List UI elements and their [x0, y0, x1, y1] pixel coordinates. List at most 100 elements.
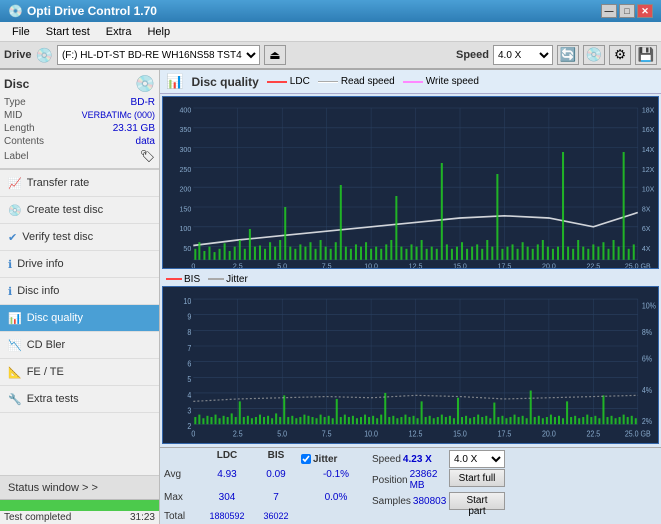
- disc-mid-value: VERBATIMc (000): [82, 110, 155, 121]
- svg-text:2.5: 2.5: [233, 428, 243, 438]
- svg-text:6%: 6%: [642, 354, 652, 364]
- nav-extra-tests[interactable]: 🔧 Extra tests: [0, 386, 159, 413]
- samples-row: Samples 380803: [372, 492, 448, 510]
- ldc-max: 304: [203, 492, 251, 510]
- refresh-button[interactable]: 🔄: [557, 45, 579, 65]
- drive-select[interactable]: (F:) HL-DT-ST BD-RE WH16NS58 TST4: [57, 45, 260, 65]
- create-test-disc-icon: 💿: [8, 204, 22, 217]
- nav-transfer-rate[interactable]: 📈 Transfer rate: [0, 170, 159, 197]
- bottom-chart: BIS Jitter: [162, 273, 659, 446]
- svg-text:50: 50: [183, 244, 191, 253]
- svg-text:12.5: 12.5: [409, 428, 423, 438]
- save-button[interactable]: 💾: [635, 45, 657, 65]
- content-area: 📊 Disc quality LDC Read speed Write spee…: [160, 70, 661, 524]
- bis-legend-label: BIS: [184, 274, 200, 285]
- empty-header: [164, 450, 202, 468]
- speed-select-stats[interactable]: 4.0 X: [449, 450, 505, 468]
- disc-label-row: Label 🏷: [4, 148, 155, 164]
- disc-panel-title: Disc: [4, 77, 29, 91]
- burn-button[interactable]: 💿: [583, 45, 605, 65]
- menu-file[interactable]: File: [4, 24, 38, 40]
- svg-text:2.5: 2.5: [233, 261, 243, 268]
- svg-text:10.0: 10.0: [364, 428, 378, 438]
- jitter-checkbox[interactable]: [301, 454, 311, 464]
- top-chart: 400 350 300 250 200 150 100 50 18X 16X 1…: [162, 96, 659, 269]
- transfer-rate-icon: 📈: [8, 177, 22, 190]
- svg-text:4X: 4X: [642, 244, 651, 253]
- speed-label-area: Speed 4.23 X: [372, 450, 448, 468]
- cd-bler-icon: 📉: [8, 339, 22, 352]
- eject-button[interactable]: ⏏: [264, 45, 286, 65]
- jitter-max: 0.0%: [301, 492, 371, 510]
- disc-quality-icon: 📊: [8, 312, 22, 325]
- disc-length-value: 23.31 GB: [113, 123, 155, 134]
- nav-disc-info[interactable]: ℹ Disc info: [0, 278, 159, 305]
- disc-info-icon: ℹ: [8, 285, 12, 298]
- disc-contents-label: Contents: [4, 136, 44, 147]
- svg-text:150: 150: [180, 204, 192, 213]
- svg-text:22.5: 22.5: [586, 428, 600, 438]
- start-full-button[interactable]: Start full: [449, 469, 505, 487]
- start-part-button[interactable]: Start part: [449, 492, 505, 510]
- jitter-header-label: Jitter: [313, 454, 337, 465]
- svg-text:250: 250: [180, 165, 192, 174]
- menu-start-test[interactable]: Start test: [38, 24, 98, 40]
- minimize-button[interactable]: —: [601, 4, 617, 18]
- jitter-checkbox-area[interactable]: Jitter: [301, 450, 371, 468]
- speed-select-toolbar[interactable]: 4.0 X: [493, 45, 553, 65]
- settings-button[interactable]: ⚙: [609, 45, 631, 65]
- nav-cd-bler[interactable]: 📉 CD Bler: [0, 332, 159, 359]
- disc-panel: Disc 💿 Type BD-R MID VERBATIMc (000) Len…: [0, 70, 159, 170]
- jitter-legend-label: Jitter: [226, 274, 248, 285]
- ldc-legend-label: LDC: [290, 76, 310, 87]
- write-speed-legend-color: [403, 81, 423, 83]
- svg-text:10: 10: [183, 296, 191, 306]
- svg-text:16X: 16X: [642, 125, 655, 134]
- svg-text:17.5: 17.5: [498, 428, 512, 438]
- nav-disc-quality[interactable]: 📊 Disc quality: [0, 305, 159, 332]
- svg-text:300: 300: [180, 145, 192, 154]
- svg-text:4%: 4%: [642, 385, 652, 395]
- svg-text:5: 5: [187, 374, 191, 384]
- chart-header: 📊 Disc quality LDC Read speed Write spee…: [160, 70, 661, 94]
- ldc-total: 1880592: [203, 511, 251, 522]
- disc-type-label: Type: [4, 97, 26, 108]
- status-window-label: Status window > >: [8, 482, 98, 494]
- position-row: Position 23862 MB: [372, 469, 448, 491]
- legend-ldc: LDC: [267, 76, 310, 87]
- svg-text:20.0: 20.0: [542, 428, 556, 438]
- svg-text:10%: 10%: [642, 301, 656, 311]
- svg-text:0: 0: [191, 428, 196, 438]
- verify-test-disc-icon: ✔: [8, 231, 17, 244]
- status-window-button[interactable]: Status window > >: [0, 475, 159, 499]
- disc-label-label: Label: [4, 151, 28, 162]
- read-speed-legend-color: [318, 81, 338, 83]
- nav-drive-info[interactable]: ℹ Drive info: [0, 251, 159, 278]
- svg-text:5.0: 5.0: [277, 261, 287, 268]
- menu-help[interactable]: Help: [139, 24, 178, 40]
- disc-mid-label: MID: [4, 110, 22, 121]
- app-title: Opti Drive Control 1.70: [27, 4, 601, 18]
- extra-tests-icon: 🔧: [8, 393, 22, 406]
- menu-extra[interactable]: Extra: [98, 24, 140, 40]
- progress-bar-container: [0, 499, 159, 511]
- write-speed-legend-label: Write speed: [426, 76, 479, 87]
- close-button[interactable]: ✕: [637, 4, 653, 18]
- svg-text:15.0: 15.0: [453, 261, 467, 268]
- maximize-button[interactable]: □: [619, 4, 635, 18]
- svg-text:350: 350: [180, 125, 192, 134]
- menu-bar: File Start test Extra Help: [0, 22, 661, 42]
- nav-create-test-disc[interactable]: 💿 Create test disc: [0, 197, 159, 224]
- svg-text:0: 0: [191, 261, 195, 268]
- bis-total: 36022: [252, 511, 300, 522]
- svg-text:100: 100: [180, 224, 192, 233]
- disc-label-icon: 🏷: [140, 149, 155, 163]
- nav-fe-te[interactable]: 📐 FE / TE: [0, 359, 159, 386]
- bis-header: BIS: [252, 450, 300, 468]
- nav-verify-test-disc[interactable]: ✔ Verify test disc: [0, 224, 159, 251]
- disc-panel-icon: 💿: [135, 74, 155, 94]
- disc-type-row: Type BD-R: [4, 96, 155, 109]
- bottom-chart-legend: BIS Jitter: [162, 273, 659, 286]
- svg-text:400: 400: [180, 105, 192, 114]
- chart-title-icon: 📊: [166, 73, 183, 90]
